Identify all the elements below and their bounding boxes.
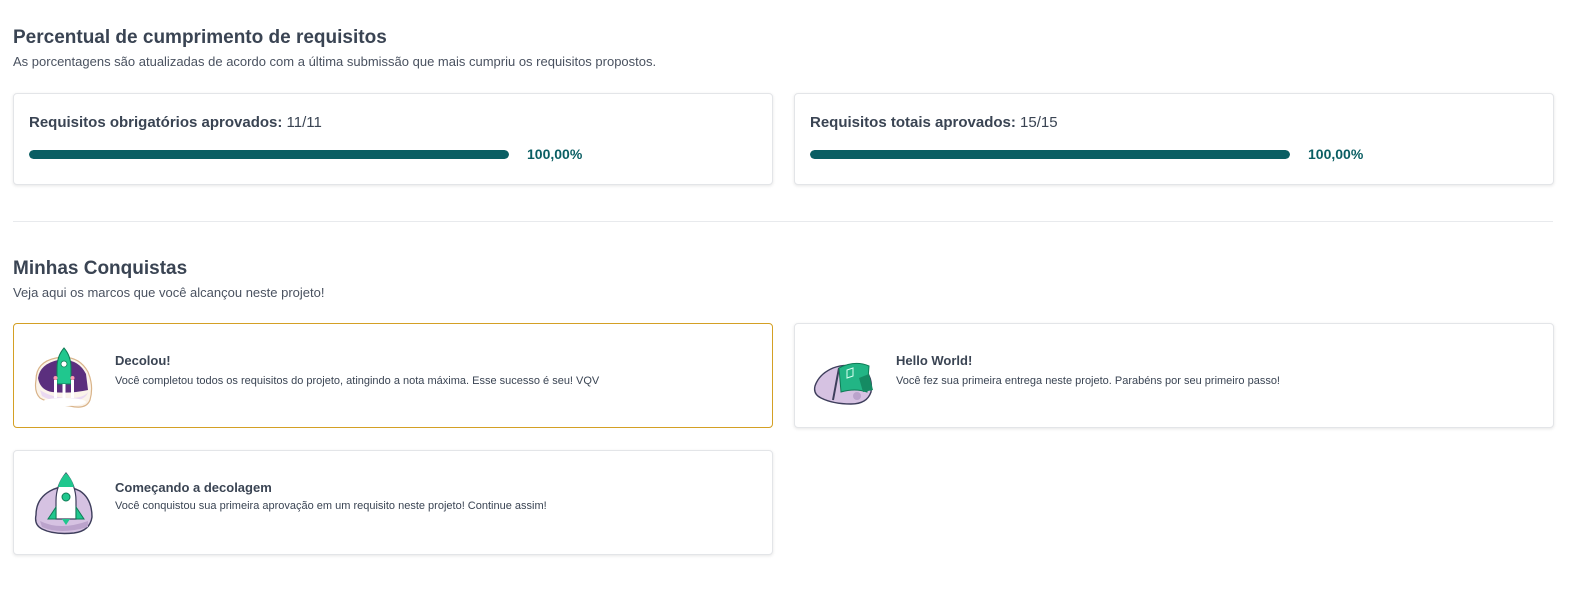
mandatory-label-text: Requisitos obrigatórios aprovados:: [29, 114, 283, 131]
total-progress-bar: [810, 150, 1290, 159]
mandatory-requirements-card: Requisitos obrigatórios aprovados: 11/11…: [13, 93, 773, 185]
rocket-launch-icon: [34, 347, 93, 408]
achievement-title: Hello World!: [896, 353, 973, 368]
section-divider: [13, 221, 1553, 222]
total-value: 15/15: [1020, 114, 1058, 131]
achievement-card-hello-world: Hello World! Você fez sua primeira entre…: [794, 323, 1554, 428]
achievements-subtitle: Veja aqui os marcos que você alcançou ne…: [13, 285, 325, 300]
total-percent: 100,00%: [1308, 146, 1364, 162]
achievement-title: Decolou!: [115, 353, 171, 368]
total-label-text: Requisitos totais aprovados:: [810, 114, 1016, 131]
achievement-title: Começando a decolagem: [115, 480, 272, 495]
mandatory-progress-bar: [29, 150, 509, 159]
achievements-title: Minhas Conquistas: [13, 258, 188, 279]
achievement-card-comecando-decolagem: Começando a decolagem Você conquistou su…: [13, 450, 773, 555]
total-progress-fill: [810, 150, 1290, 159]
mandatory-value: 11/11: [286, 114, 322, 131]
requirements-title: Percentual de cumprimento de requisitos: [13, 27, 387, 48]
mandatory-progress-fill: [29, 150, 509, 159]
flag-icon: [813, 362, 873, 405]
achievement-description: Você completou todos os requisitos do pr…: [115, 375, 600, 387]
achievement-card-decolou: Decolou! Você completou todos os requisi…: [13, 323, 773, 428]
achievement-description: Você fez sua primeira entrega neste proj…: [896, 375, 1280, 387]
total-requirements-label: Requisitos totais aprovados: 15/15: [810, 114, 1058, 131]
mandatory-percent: 100,00%: [527, 146, 583, 162]
achievement-description: Você conquistou sua primeira aprovação e…: [115, 500, 547, 512]
rocket-icon: [34, 472, 93, 535]
total-requirements-card: Requisitos totais aprovados: 15/15 100,0…: [794, 93, 1554, 185]
requirements-subtitle: As porcentagens são atualizadas de acord…: [13, 54, 657, 69]
mandatory-requirements-label: Requisitos obrigatórios aprovados: 11/11: [29, 114, 322, 131]
